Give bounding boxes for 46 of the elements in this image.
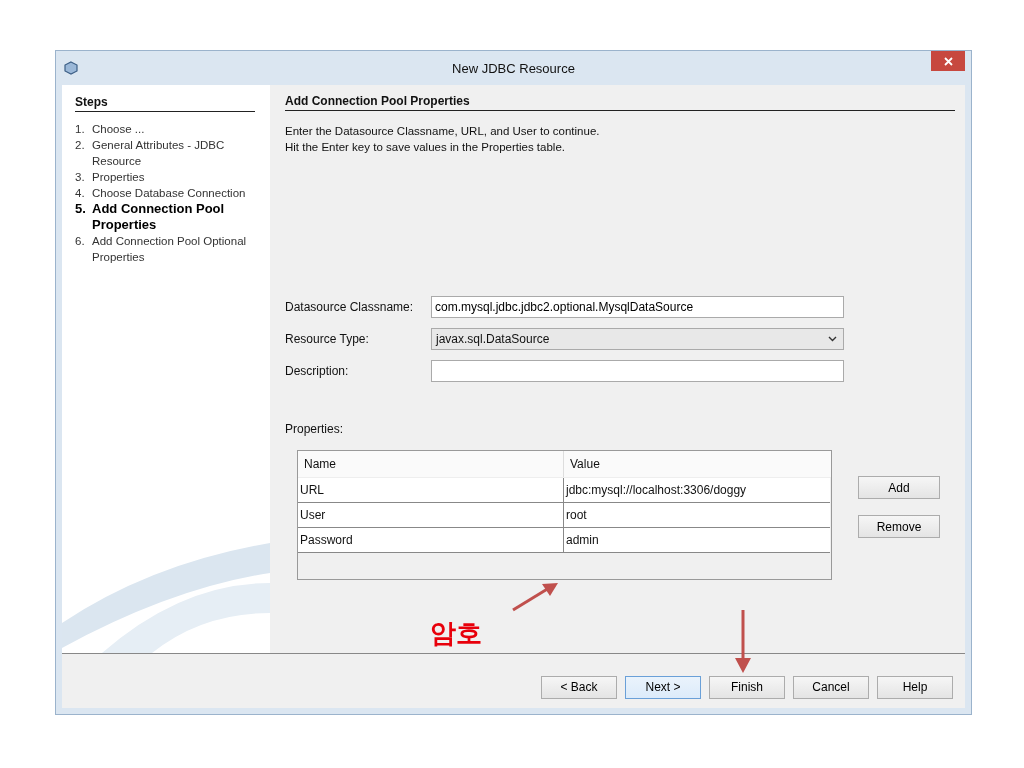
resource-type-dropdown[interactable]: javax.sql.DataSource [431, 328, 844, 350]
window-title: New JDBC Resource [451, 60, 576, 76]
wizard-button[interactable]: Finish [709, 675, 785, 699]
step-number: 6. [75, 234, 86, 249]
text-field[interactable] [431, 360, 844, 382]
annotation-label: 암호 [430, 617, 482, 650]
step-label: Choose ... [92, 122, 145, 137]
table-cell: User [298, 503, 564, 527]
step-label: General Attributes - JDBC Resource [92, 138, 226, 169]
step-label: Properties [92, 170, 145, 185]
field-label: Description: [285, 364, 350, 378]
step-label: Add Connection Pool Properties [92, 201, 226, 233]
table-action-button[interactable]: Remove [858, 515, 940, 538]
panel-heading: Add Connection Pool Properties [285, 94, 955, 111]
step-number: 5. [75, 201, 87, 218]
instruction-text: Enter the Datasource Classname, URL, and User to continue. [285, 124, 601, 139]
properties-label: Properties: [285, 422, 345, 436]
cube-icon [64, 61, 78, 75]
steps-heading: Steps [75, 95, 255, 112]
field-label: Datasource Classname: [285, 300, 415, 314]
wizard-button[interactable]: Next > [625, 675, 701, 699]
table-cell-text: jdbc:mysql://localhost:3306/doggy [564, 482, 748, 499]
column-header[interactable]: Value [564, 451, 831, 477]
close-button[interactable] [931, 51, 965, 71]
chevron-down-icon [828, 336, 837, 342]
table-action-button[interactable]: Add [858, 476, 940, 499]
table-cell: Password [298, 528, 564, 552]
field-label: Resource Type: [285, 332, 370, 346]
instruction-text: Hit the Enter key to save values in the Properties table. [285, 140, 566, 155]
table-cell-text: admin [565, 532, 600, 549]
step-number: 3. [75, 170, 86, 185]
table-cell: URL [298, 478, 564, 502]
column-header[interactable]: Name [298, 451, 564, 477]
arrow-annotation [735, 610, 751, 673]
step-label: Add Connection Pool Optional Properties [92, 234, 248, 265]
table-cell-text: root [565, 507, 588, 524]
close-icon [943, 56, 953, 66]
arrow-annotation [512, 583, 558, 612]
step-number: 4. [75, 186, 86, 201]
wizard-button[interactable]: Help [877, 675, 953, 699]
step-label: Choose Database Connection [92, 186, 246, 201]
wizard-button[interactable]: Cancel [793, 675, 869, 699]
text-field[interactable]: com.mysql.jdbc.jdbc2.optional.MysqlDataSource [431, 296, 844, 318]
wizard-button[interactable]: < Back [541, 675, 617, 699]
step-number: 1. [75, 122, 86, 137]
step-number: 2. [75, 138, 86, 153]
